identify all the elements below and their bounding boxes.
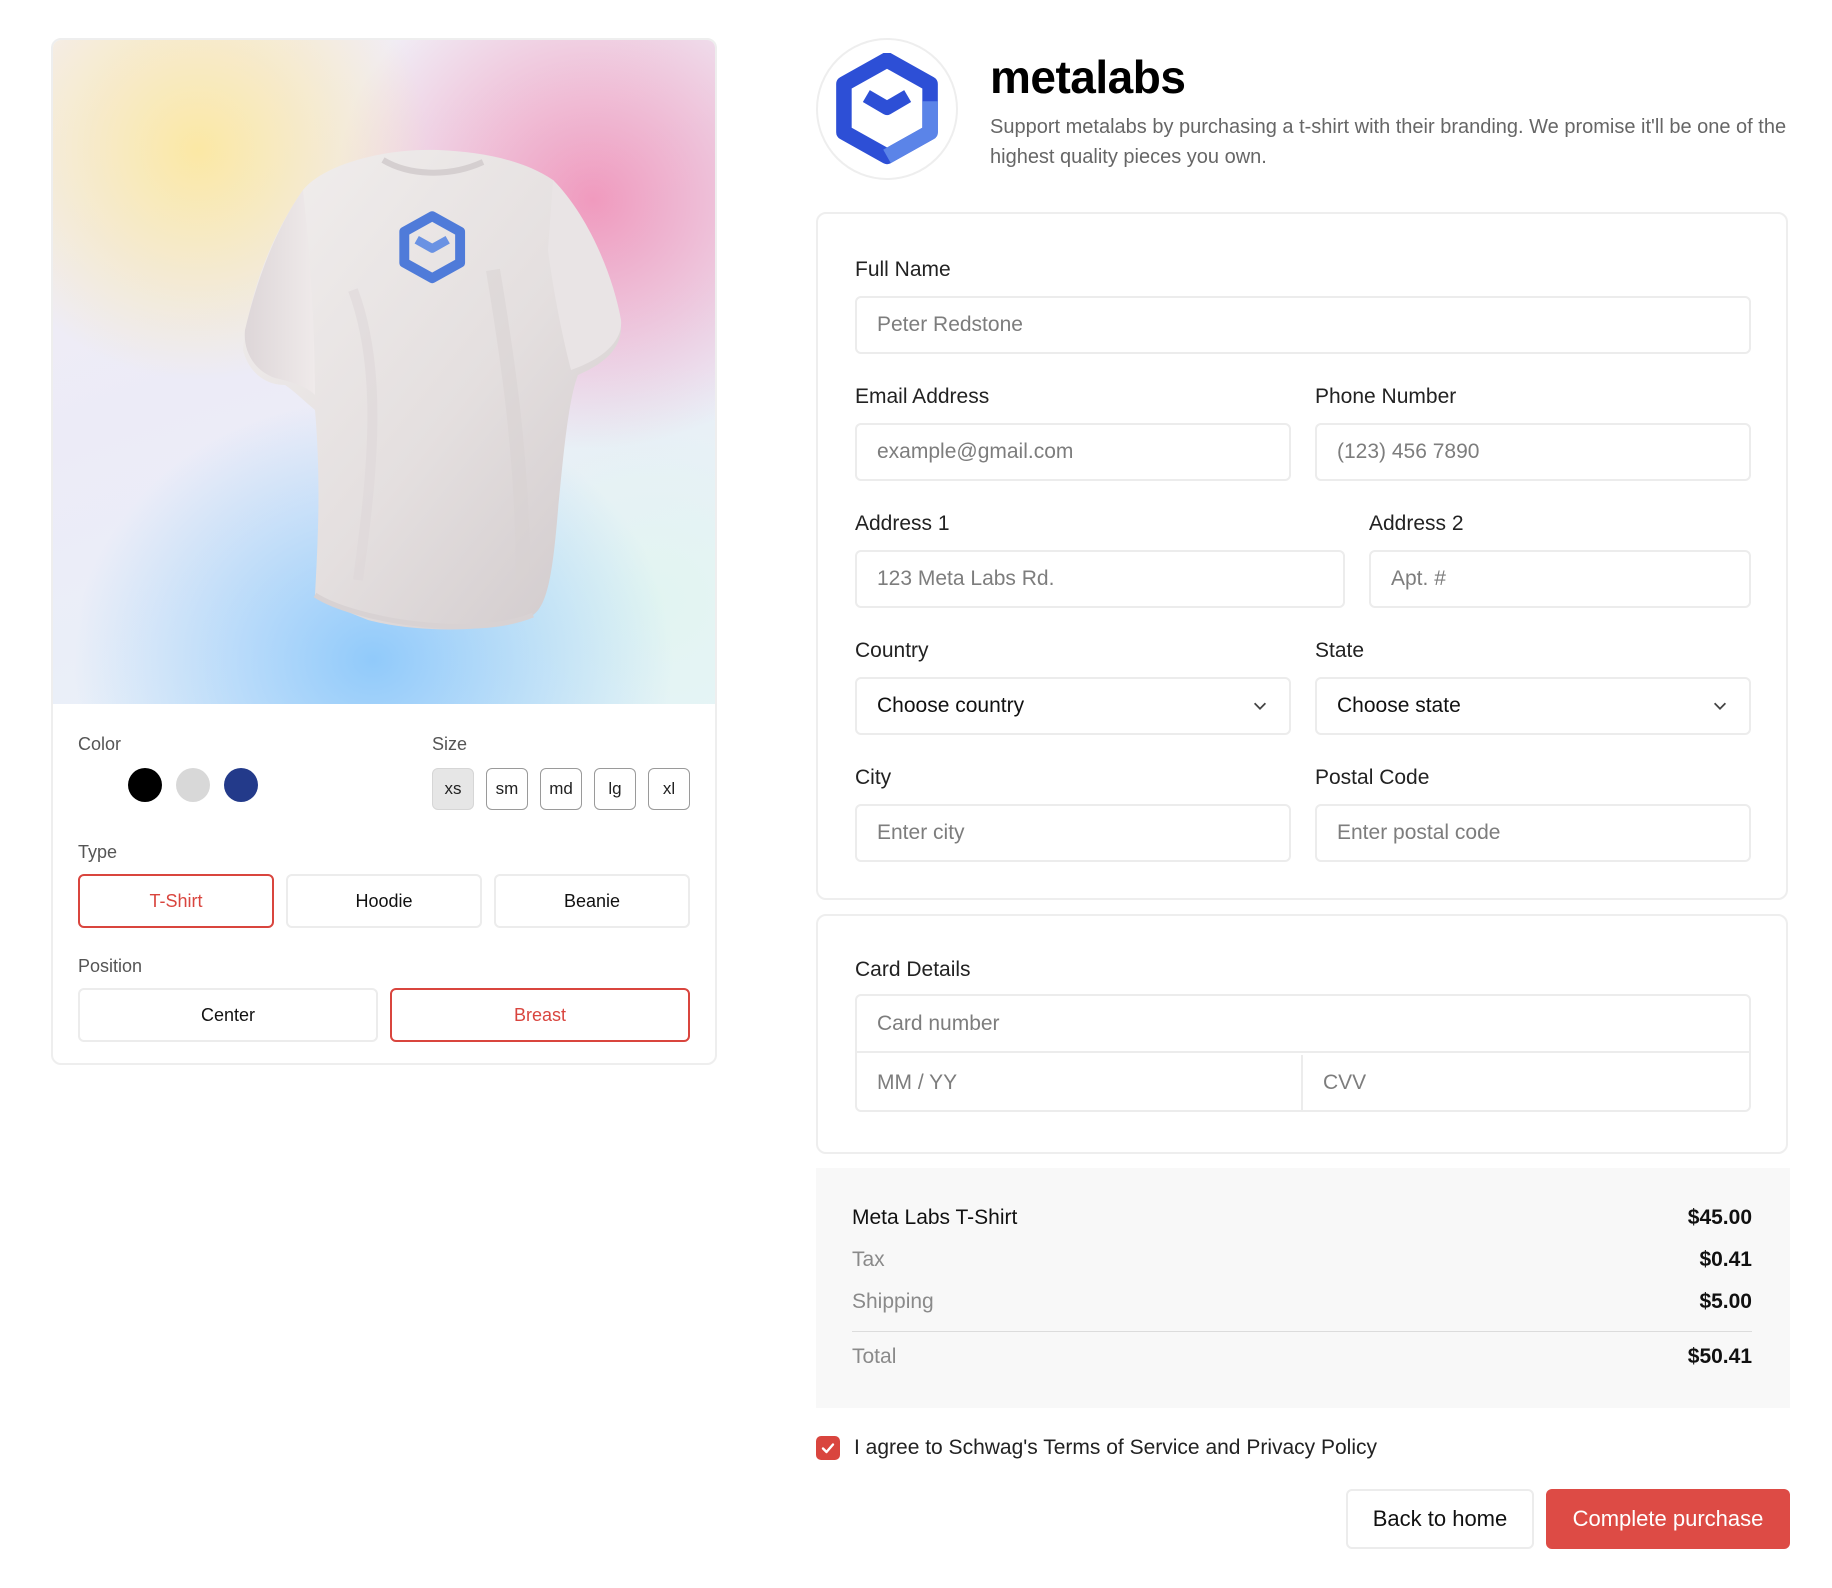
summary-total-value: $50.41 xyxy=(1687,1345,1752,1368)
terms-checkbox[interactable] xyxy=(816,1436,840,1460)
postal-code-label: Postal Code xyxy=(1315,766,1430,789)
type-beanie-button[interactable]: Beanie xyxy=(494,874,690,928)
state-select[interactable]: Choose state xyxy=(1315,677,1751,735)
address2-field[interactable] xyxy=(1369,550,1751,608)
position-center-button[interactable]: Center xyxy=(78,988,378,1042)
type-tshirt-button[interactable]: T-Shirt xyxy=(78,874,274,928)
email-field[interactable] xyxy=(855,423,1291,481)
size-lg-button[interactable]: lg xyxy=(594,768,636,810)
type-label: Type xyxy=(78,842,118,862)
size-sm-button[interactable]: sm xyxy=(486,768,528,810)
country-select-value: Choose country xyxy=(877,694,1025,717)
card-expiry-field[interactable] xyxy=(857,1055,1303,1110)
back-to-home-button[interactable]: Back to home xyxy=(1346,1489,1534,1549)
terms-agreement: I agree to Schwag's Terms of Service and… xyxy=(816,1436,1377,1460)
color-label: Color xyxy=(78,734,122,754)
card-number-field[interactable] xyxy=(857,996,1749,1053)
type-hoodie-button[interactable]: Hoodie xyxy=(286,874,482,928)
size-xl-button[interactable]: xl xyxy=(648,768,690,810)
card-details-card: Card Details xyxy=(816,914,1788,1154)
summary-tax-value: $0.41 xyxy=(1699,1248,1752,1271)
address1-label: Address 1 xyxy=(855,512,950,535)
checkmark-icon xyxy=(821,1443,835,1454)
card-cvv-input[interactable] xyxy=(1323,1070,1729,1095)
product-card: Color Size xs sm md lg xl Type T-Shirt H… xyxy=(51,38,717,1065)
card-input-group xyxy=(855,994,1751,1112)
summary-item-price: $45.00 xyxy=(1687,1206,1752,1229)
position-breast-button[interactable]: Breast xyxy=(390,988,690,1042)
color-swatch-navy[interactable] xyxy=(224,768,258,802)
summary-tax-label: Tax xyxy=(852,1248,885,1271)
card-cvv-field[interactable] xyxy=(1303,1055,1749,1110)
phone-label: Phone Number xyxy=(1315,385,1457,408)
brand-logo xyxy=(816,38,958,180)
color-swatch-light-gray[interactable] xyxy=(176,768,210,802)
address2-input[interactable] xyxy=(1391,567,1729,591)
full-name-input[interactable] xyxy=(877,313,1729,337)
metalabs-hexagon-logo-icon xyxy=(836,53,938,165)
state-label: State xyxy=(1315,639,1365,662)
country-select[interactable]: Choose country xyxy=(855,677,1291,735)
full-name-label: Full Name xyxy=(855,258,951,281)
full-name-field[interactable] xyxy=(855,296,1751,354)
brand-title: metalabs xyxy=(990,51,1186,103)
summary-row-item: Meta Labs T-Shirt $45.00 xyxy=(852,1206,1752,1230)
shipping-form-card: Full Name Email Address Phone Number Add… xyxy=(816,212,1788,900)
city-input[interactable] xyxy=(877,821,1269,845)
card-details-title: Card Details xyxy=(855,958,971,981)
address1-field[interactable] xyxy=(855,550,1345,608)
summary-row-tax: Tax $0.41 xyxy=(852,1248,1752,1272)
complete-purchase-button[interactable]: Complete purchase xyxy=(1546,1489,1790,1549)
summary-item-label: Meta Labs T-Shirt xyxy=(852,1206,1018,1229)
tshirt-mockup-icon xyxy=(243,149,622,630)
summary-row-shipping: Shipping $5.00 xyxy=(852,1290,1752,1314)
summary-total-label: Total xyxy=(852,1345,897,1368)
summary-shipping-label: Shipping xyxy=(852,1290,934,1313)
terms-text: I agree to Schwag's Terms of Service and… xyxy=(854,1436,1378,1459)
size-xs-button[interactable]: xs xyxy=(432,768,474,810)
brand-description: Support metalabs by purchasing a t-shirt… xyxy=(990,116,1787,168)
order-summary: Meta Labs T-Shirt $45.00 Tax $0.41 Shipp… xyxy=(816,1168,1790,1408)
email-label: Email Address xyxy=(855,385,990,408)
summary-divider xyxy=(852,1331,1752,1332)
position-label: Position xyxy=(78,956,143,976)
chevron-down-icon xyxy=(1713,702,1727,710)
phone-field[interactable] xyxy=(1315,423,1751,481)
country-label: Country xyxy=(855,639,929,662)
address1-input[interactable] xyxy=(877,567,1323,591)
size-label: Size xyxy=(432,734,468,754)
chevron-down-icon xyxy=(1253,702,1267,710)
phone-input[interactable] xyxy=(1337,440,1729,464)
postal-code-input[interactable] xyxy=(1337,821,1729,845)
state-select-value: Choose state xyxy=(1337,694,1461,717)
card-number-input[interactable] xyxy=(877,1011,1729,1036)
address2-label: Address 2 xyxy=(1369,512,1464,535)
size-md-button[interactable]: md xyxy=(540,768,582,810)
color-swatch-black[interactable] xyxy=(128,768,162,802)
card-expiry-input[interactable] xyxy=(877,1070,1281,1095)
postal-code-field[interactable] xyxy=(1315,804,1751,862)
product-image xyxy=(53,40,715,704)
email-input[interactable] xyxy=(877,440,1269,464)
summary-shipping-value: $5.00 xyxy=(1699,1290,1752,1313)
city-label: City xyxy=(855,766,892,789)
city-field[interactable] xyxy=(855,804,1291,862)
summary-row-total: Total $50.41 xyxy=(852,1345,1752,1369)
